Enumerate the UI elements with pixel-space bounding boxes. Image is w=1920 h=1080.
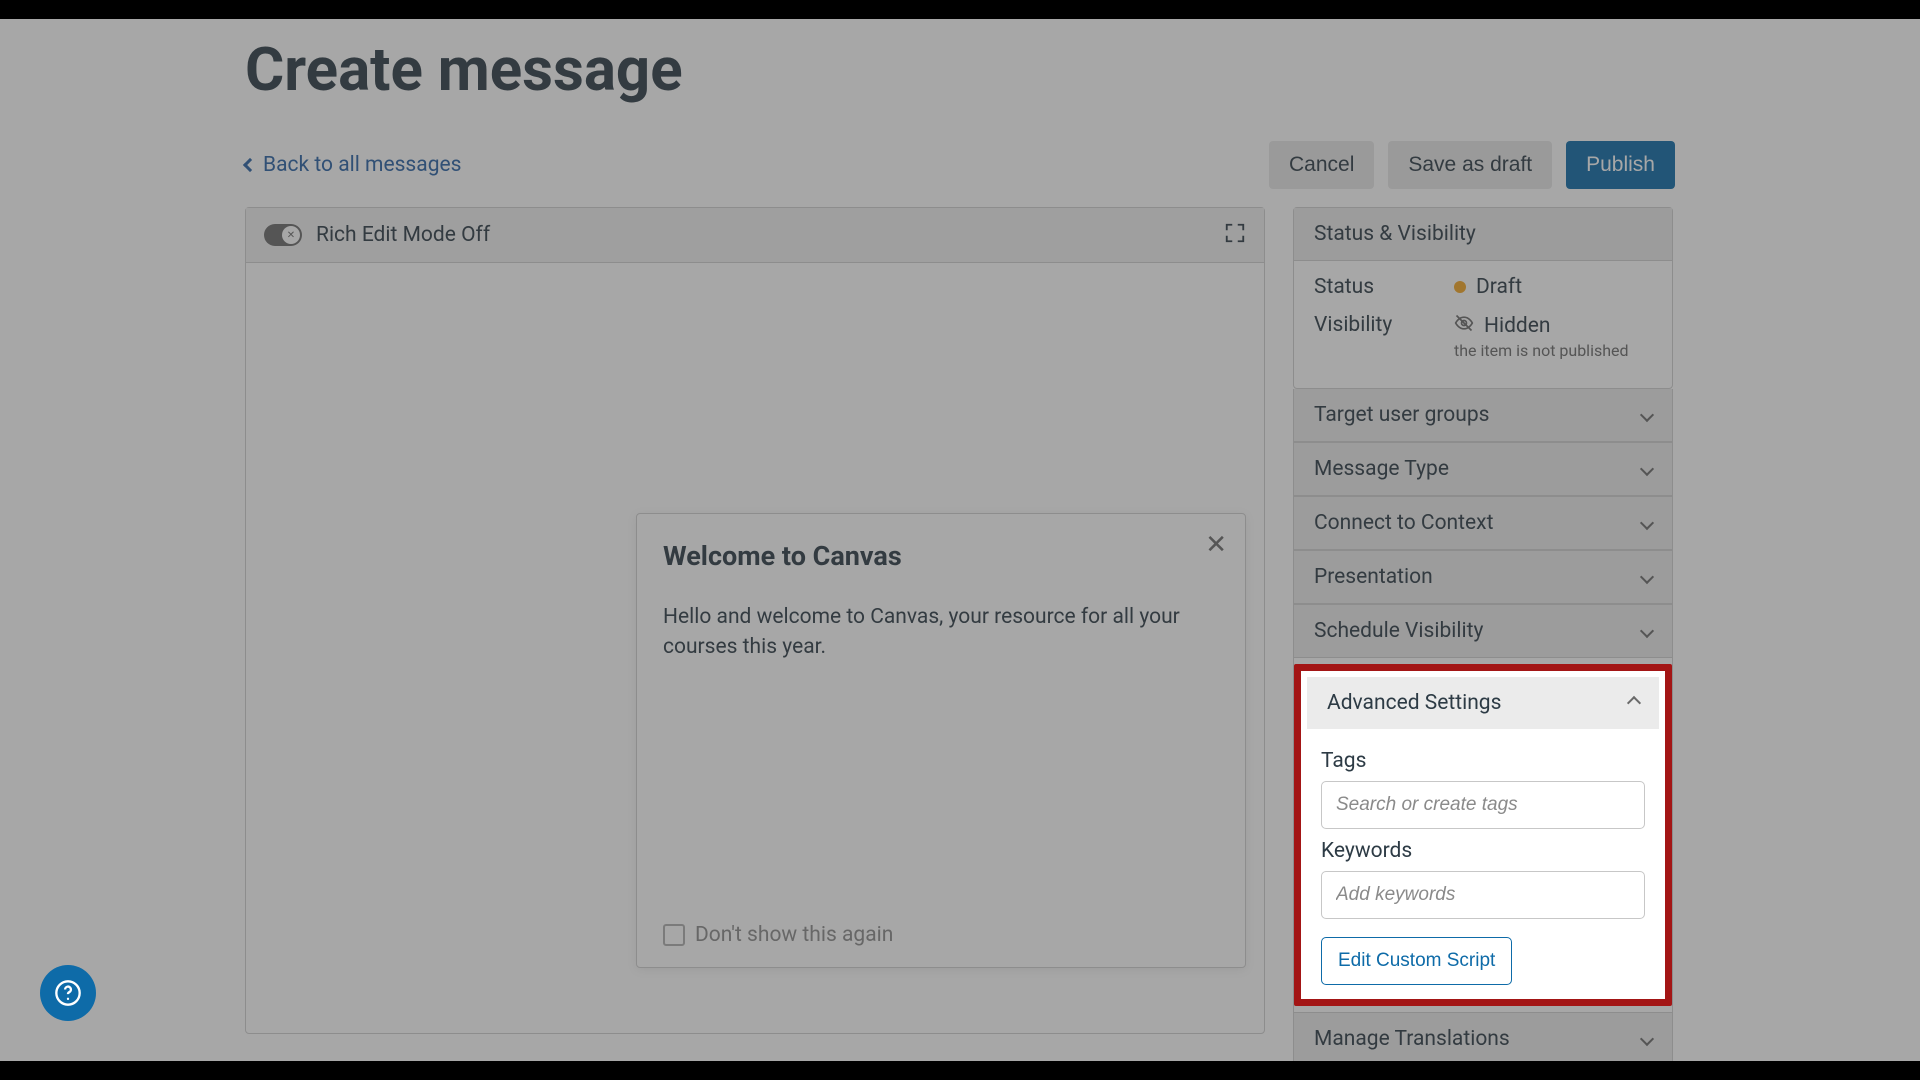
keywords-input[interactable] [1321,871,1645,919]
editor-panel: Rich Edit Mode Off ✕ Welcome to Canvas H… [245,207,1265,1034]
back-link-label: Back to all messages [263,153,461,177]
save-draft-button[interactable]: Save as draft [1388,141,1552,189]
status-visibility-header[interactable]: Status & Visibility [1294,208,1672,261]
editor-header: Rich Edit Mode Off [246,208,1264,263]
keywords-label: Keywords [1321,839,1645,863]
section-schedule-visibility[interactable]: Schedule Visibility [1294,604,1672,658]
section-label: Message Type [1314,457,1449,481]
status-label: Status [1314,275,1454,299]
status-value-text: Draft [1476,275,1522,299]
eye-off-icon [1454,313,1474,339]
editor-body[interactable]: ✕ Welcome to Canvas Hello and welcome to… [246,263,1264,1033]
status-visibility-section: Status & Visibility Status Draft Visibil… [1293,207,1673,389]
visibility-value: Hidden [1454,313,1629,339]
action-buttons: Cancel Save as draft Publish [1269,141,1675,189]
chevron-down-icon [1640,624,1654,638]
collapsible-stack: Target user groups Message Type Connect … [1293,389,1673,1066]
section-connect-to-context[interactable]: Connect to Context [1294,496,1672,550]
section-presentation[interactable]: Presentation [1294,550,1672,604]
back-to-messages-link[interactable]: Back to all messages [245,153,461,177]
status-visibility-body: Status Draft Visibility [1294,261,1672,388]
letterbox-top [0,0,1920,19]
advanced-settings-body: Tags Keywords Edit Custom Script [1307,729,1659,989]
chevron-down-icon [1640,462,1654,476]
editor-mode-label: Rich Edit Mode Off [316,223,490,247]
section-label: Connect to Context [1314,511,1493,535]
section-label: Manage Translations [1314,1027,1510,1051]
page-title: Create message [245,34,1675,105]
cancel-button[interactable]: Cancel [1269,141,1374,189]
section-label: Schedule Visibility [1314,619,1483,643]
dont-show-label: Don't show this again [695,923,893,947]
preview-title: Welcome to Canvas [663,540,1219,572]
section-label: Target user groups [1314,403,1490,427]
chevron-left-icon [243,158,257,172]
chevron-up-icon [1627,696,1641,710]
section-manage-translations[interactable]: Manage Translations [1294,1012,1672,1065]
chevron-down-icon [1640,570,1654,584]
preview-footer: Don't show this again [663,923,1219,947]
chevron-down-icon [1640,408,1654,422]
visibility-label: Visibility [1314,313,1454,337]
advanced-settings-highlight: Advanced Settings Tags Keywords Edit Cus… [1294,664,1672,1006]
status-row: Status Draft [1314,275,1652,299]
help-fab[interactable] [40,965,96,1021]
editor-header-left: Rich Edit Mode Off [264,223,490,247]
visibility-value-text: Hidden [1484,314,1551,338]
section-label: Presentation [1314,565,1433,589]
close-icon[interactable]: ✕ [1205,532,1227,558]
chevron-down-icon [1640,516,1654,530]
publish-button[interactable]: Publish [1566,141,1675,189]
dont-show-checkbox[interactable] [663,924,685,946]
chevron-down-icon [1640,1032,1654,1046]
message-preview-card: ✕ Welcome to Canvas Hello and welcome to… [636,513,1246,968]
sidebar: Status & Visibility Status Draft Visibil… [1293,207,1673,1066]
action-row: Back to all messages Cancel Save as draf… [245,141,1675,189]
content-wrap: Create message Back to all messages Canc… [245,19,1675,1066]
status-dot-icon [1454,281,1466,293]
preview-body: Hello and welcome to Canvas, your resour… [663,602,1219,663]
rich-edit-toggle[interactable] [264,224,302,246]
visibility-sub: the item is not published [1454,341,1629,360]
status-visibility-header-label: Status & Visibility [1314,222,1476,246]
main-row: Rich Edit Mode Off ✕ Welcome to Canvas H… [245,207,1675,1066]
edit-custom-script-button[interactable]: Edit Custom Script [1321,937,1512,985]
visibility-row: Visibility Hidden the item is not publis… [1314,313,1652,360]
expand-icon[interactable] [1224,222,1246,248]
status-value: Draft [1454,275,1522,299]
section-target-user-groups[interactable]: Target user groups [1294,389,1672,442]
page-root: Create message Back to all messages Canc… [0,19,1920,1061]
section-advanced-settings[interactable]: Advanced Settings [1307,677,1659,729]
tags-label: Tags [1321,749,1645,773]
tags-input[interactable] [1321,781,1645,829]
section-label: Advanced Settings [1327,691,1501,715]
letterbox-bottom [0,1061,1920,1080]
section-message-type[interactable]: Message Type [1294,442,1672,496]
